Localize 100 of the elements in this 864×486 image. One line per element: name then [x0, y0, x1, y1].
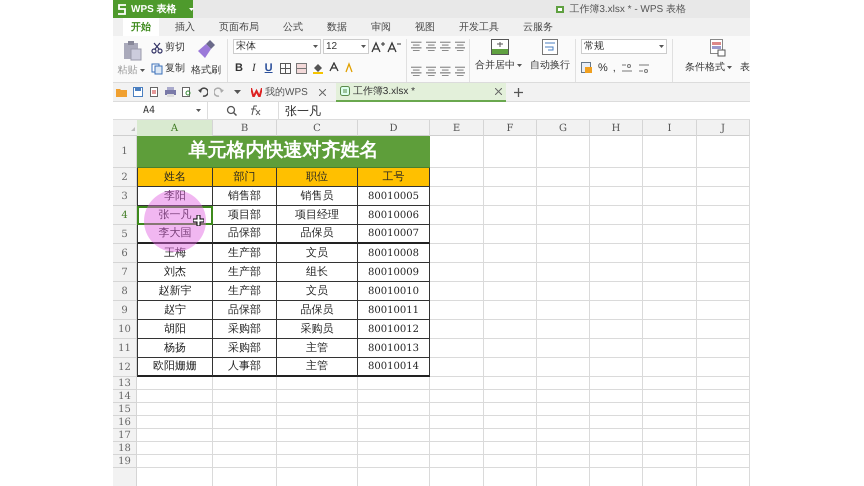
search-icon[interactable] — [226, 105, 236, 116]
row-header[interactable]: 3 — [113, 187, 137, 206]
dropdown-icon[interactable] — [234, 90, 241, 94]
grow-font-icon[interactable] — [371, 40, 385, 52]
plus-icon[interactable] — [514, 88, 523, 96]
row-header[interactable]: 9 — [113, 301, 137, 320]
empty-cell — [590, 390, 643, 403]
row-header[interactable]: 7 — [113, 263, 137, 282]
scissors-icon[interactable] — [151, 42, 163, 54]
row-header[interactable]: 1 — [113, 136, 137, 168]
table-cell: 销售部 — [213, 187, 277, 206]
empty-cell — [590, 136, 643, 168]
number-format-dropdown[interactable]: 常规 — [581, 39, 667, 54]
ribbon-tab[interactable]: 视图 — [407, 18, 443, 36]
w-logo-icon — [251, 88, 262, 96]
column-header[interactable]: F — [484, 120, 537, 136]
row-header[interactable]: 17 — [113, 429, 137, 442]
row-header[interactable]: 18 — [113, 442, 137, 455]
column-header[interactable]: I — [643, 120, 697, 136]
column-header[interactable]: A — [137, 120, 213, 136]
document-tab[interactable]: 我的WPS — [247, 82, 330, 102]
row-header[interactable]: 10 — [113, 320, 137, 339]
caret-icon[interactable] — [188, 8, 194, 10]
caret-icon[interactable] — [727, 66, 732, 69]
conditional-format-icon[interactable] — [710, 39, 726, 57]
borders-icon[interactable] — [280, 62, 291, 74]
italic-button[interactable]: I — [250, 60, 258, 76]
empty-cell — [590, 339, 643, 358]
caret-icon[interactable] — [517, 64, 522, 67]
ribbon-tab[interactable]: 页面布局 — [211, 18, 267, 36]
ribbon-tab[interactable]: 开发工具 — [451, 18, 507, 36]
column-header[interactable]: J — [697, 120, 750, 136]
row-header[interactable]: 12 — [113, 358, 137, 377]
empty-cell — [643, 377, 697, 390]
ribbon-tab[interactable]: 插入 — [167, 18, 203, 36]
caret-icon[interactable] — [140, 69, 144, 72]
row-header[interactable]: 4 — [113, 206, 137, 225]
printer-icon[interactable] — [165, 87, 176, 97]
empty-cell — [430, 358, 484, 377]
empty-cell — [643, 339, 697, 358]
merge-center-button[interactable]: 合并居中 — [475, 58, 515, 73]
row-header[interactable]: 11 — [113, 339, 137, 358]
fill-bucket-icon[interactable] — [312, 62, 324, 74]
save-icon[interactable] — [133, 87, 143, 97]
row-header[interactable]: 2 — [113, 168, 137, 187]
table-cell: 生产部 — [213, 244, 277, 263]
empty-cell — [484, 416, 537, 429]
close-icon[interactable] — [494, 88, 502, 94]
underline-button[interactable]: U — [262, 60, 275, 76]
table-cell: 文员 — [277, 282, 358, 301]
empty-cell — [643, 225, 697, 244]
font-size-dropdown[interactable]: 12 — [323, 39, 369, 54]
copy-icon[interactable] — [151, 62, 163, 74]
document-tab[interactable]: 工作簿3.xlsx * — [336, 82, 506, 102]
row-header[interactable]: 15 — [113, 403, 137, 416]
paste-icon[interactable] — [122, 39, 142, 61]
format-painter-button[interactable]: 格式刷 — [191, 63, 221, 78]
wrap-text-icon[interactable] — [542, 39, 558, 55]
empty-cell — [643, 206, 697, 225]
row-header[interactable]: 14 — [113, 390, 137, 403]
close-icon[interactable] — [318, 88, 326, 96]
table-cell: 80010014 — [358, 358, 430, 377]
ribbon-tab[interactable]: 公式 — [275, 18, 311, 36]
row-header[interactable]: 6 — [113, 244, 137, 263]
column-header[interactable]: H — [590, 120, 643, 136]
table-format-button[interactable]: 表 — [740, 60, 750, 75]
percent-button[interactable]: % — [598, 60, 608, 76]
empty-cell — [484, 244, 537, 263]
cut-button[interactable]: 剪切 — [165, 40, 185, 55]
column-header[interactable]: G — [537, 120, 590, 136]
empty-cell — [697, 320, 750, 339]
empty-cell — [697, 206, 750, 225]
empty-cell — [484, 282, 537, 301]
merge-center-icon[interactable] — [490, 39, 508, 55]
row-header[interactable]: 8 — [113, 282, 137, 301]
row-header[interactable]: 19 — [113, 455, 137, 468]
bold-button[interactable]: B — [233, 60, 245, 76]
ribbon-tab[interactable]: 审阅 — [363, 18, 399, 36]
ribbon-tab[interactable]: 开始 — [123, 18, 159, 36]
print-preview-icon[interactable] — [182, 87, 192, 97]
shrink-font-icon[interactable] — [387, 40, 401, 52]
row-header[interactable]: 16 — [113, 416, 137, 429]
empty-cell — [537, 416, 590, 429]
ribbon-tab[interactable]: 数据 — [319, 18, 355, 36]
spreadsheet-icon — [555, 4, 566, 14]
conditional-format-button[interactable]: 条件格式 — [685, 60, 725, 75]
undo-icon[interactable] — [198, 87, 208, 97]
ribbon-tab[interactable]: 云服务 — [515, 18, 561, 36]
column-header[interactable]: E — [430, 120, 484, 136]
wrap-text-button[interactable]: 自动换行 — [530, 58, 570, 73]
empty-cell — [697, 403, 750, 416]
comma-button[interactable]: , — [612, 60, 616, 76]
row-header[interactable]: 13 — [113, 377, 137, 390]
copy-button[interactable]: 复制 — [165, 61, 185, 76]
paintbrush-icon[interactable] — [196, 39, 216, 59]
font-name-dropdown[interactable]: 宋体 — [233, 39, 321, 54]
sheet-title-cell: 单元格内快速对齐姓名 — [137, 136, 430, 168]
document-icon[interactable] — [149, 87, 159, 97]
row-header[interactable]: 5 — [113, 225, 137, 244]
table-cell: 项目经理 — [277, 206, 358, 225]
